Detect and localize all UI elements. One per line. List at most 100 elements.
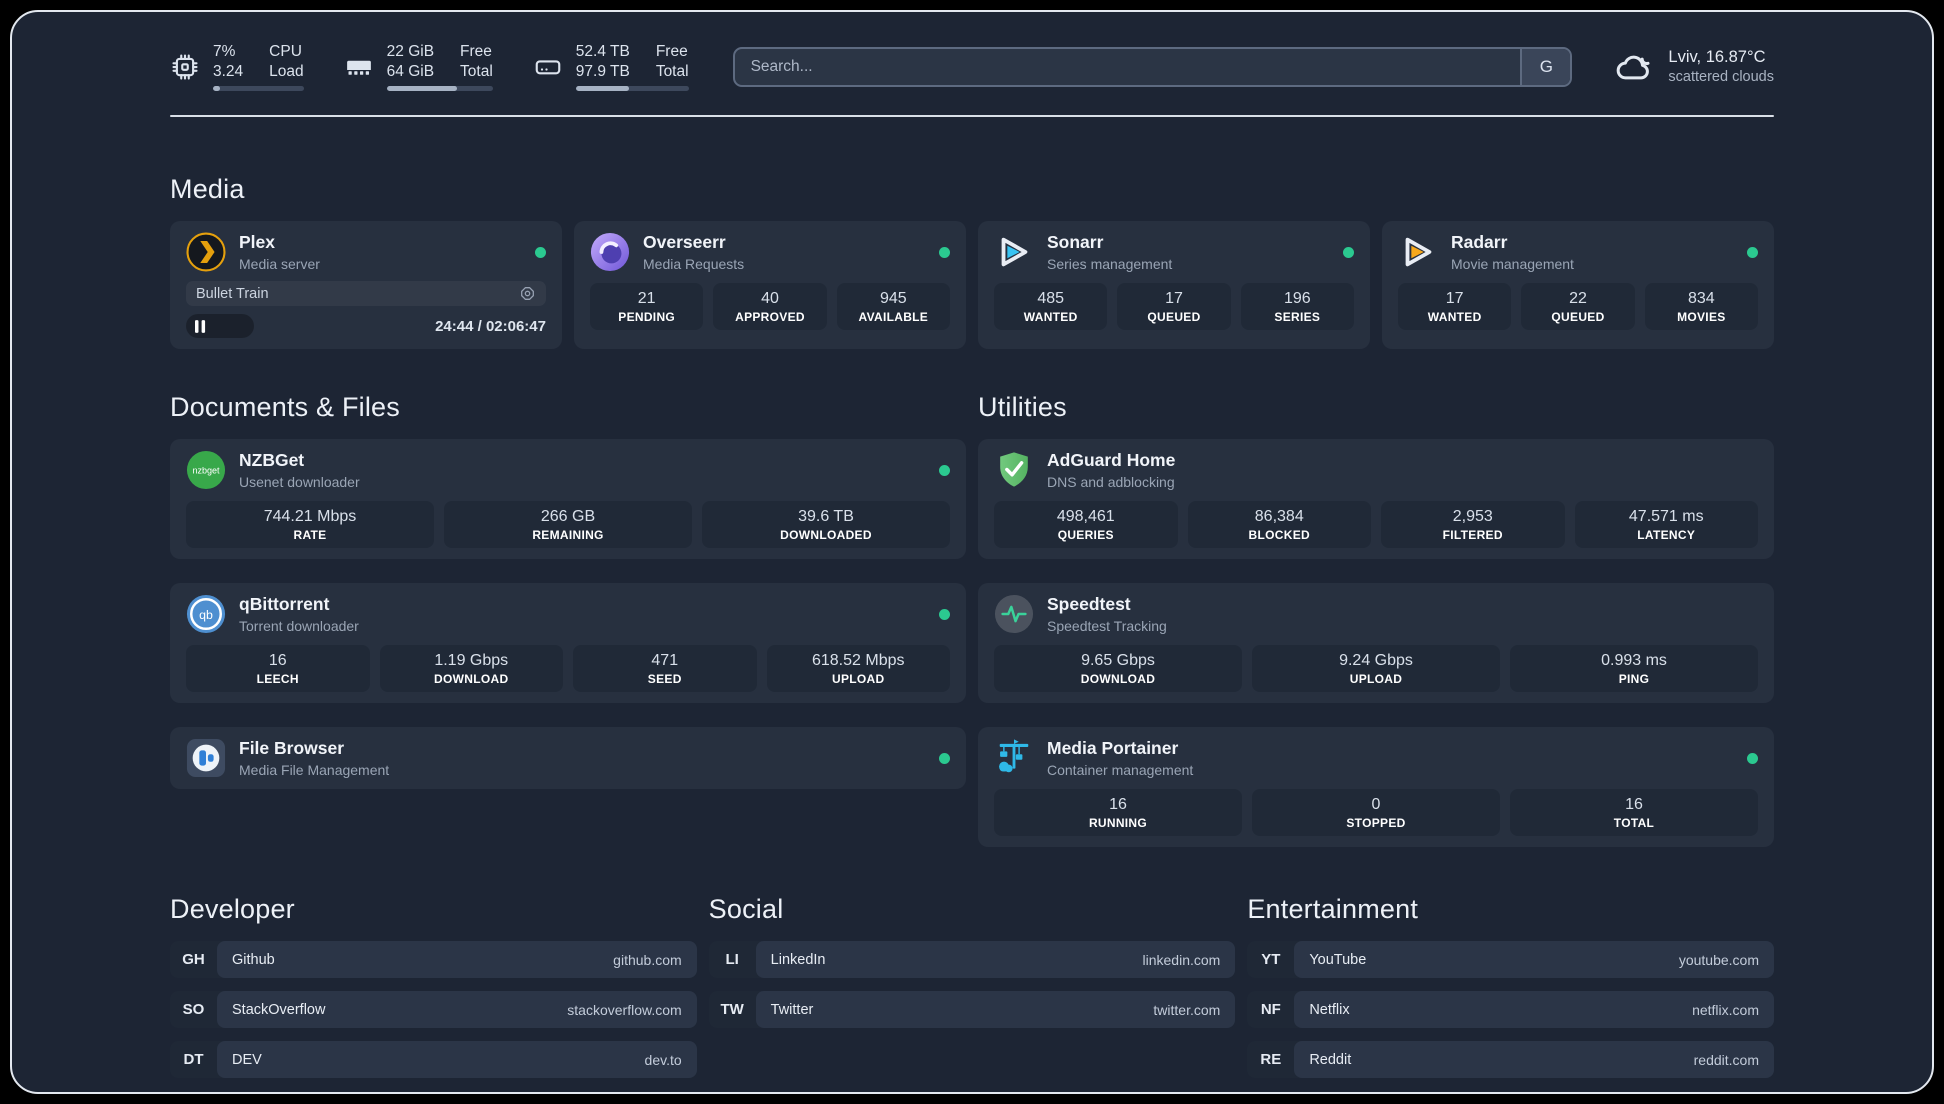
bookmark-url: twitter.com xyxy=(1153,1001,1221,1018)
weather-location-temp: Lviv, 16.87°C xyxy=(1668,48,1766,67)
service-card-qbittorrent[interactable]: qb qBittorrent Torrent downloader 16 LEE… xyxy=(170,583,966,704)
stat-box: 16 TOTAL xyxy=(1510,789,1758,837)
bookmark-url: stackoverflow.com xyxy=(567,1001,682,1018)
stat-label: APPROVED xyxy=(735,310,805,325)
gear-icon[interactable] xyxy=(519,285,536,302)
overseerr-icon xyxy=(590,232,630,272)
section-entertainment: Entertainment YT YouTube youtube.com NF … xyxy=(1247,893,1774,1079)
disk-progress-track xyxy=(575,86,689,92)
section-title-social: Social xyxy=(708,894,784,925)
now-playing-title: Bullet Train xyxy=(196,285,269,302)
service-card-portainer[interactable]: Media Portainer Container management 16 … xyxy=(978,727,1774,848)
cpu-load-label: Load xyxy=(269,63,304,81)
memory-widget: 22 GiB 64 GiB Free Total xyxy=(344,42,493,92)
stat-box: 0 STOPPED xyxy=(1252,789,1500,837)
service-desc: Speedtest Tracking xyxy=(1047,618,1167,635)
bookmark-youtube[interactable]: YT YouTube youtube.com xyxy=(1247,941,1774,979)
bookmark-stackoverflow[interactable]: SO StackOverflow stackoverflow.com xyxy=(170,991,697,1029)
stat-box: 17 QUEUED xyxy=(1117,283,1231,331)
bookmark-name: LinkedIn xyxy=(770,951,826,968)
stat-value: 834 xyxy=(1687,290,1715,308)
stat-value: 39.6 TB xyxy=(798,508,854,526)
bookmark-url: youtube.com xyxy=(1678,951,1759,968)
section-utilities: Utilities AdGuard Home DNS and adblockin… xyxy=(978,391,1774,848)
bookmark-abbr: YT xyxy=(1261,951,1281,969)
stat-box: 47.571 ms LATENCY xyxy=(1574,501,1758,549)
bookmark-abbr: NF xyxy=(1260,1001,1281,1019)
weather-condition: scattered clouds xyxy=(1668,68,1774,85)
service-name: qBittorrent xyxy=(239,594,330,615)
service-card-nzbget[interactable]: nzbget NZBGet Usenet downloader 744.21 M… xyxy=(170,439,966,560)
stat-label: DOWNLOAD xyxy=(434,672,509,687)
stat-box: 86,384 BLOCKED xyxy=(1187,501,1371,549)
stat-box: 834 MOVIES xyxy=(1644,283,1758,331)
service-card-sonarr[interactable]: Sonarr Series management 485 WANTED 17 Q… xyxy=(978,221,1370,350)
disk-progress-fill xyxy=(575,86,629,92)
bookmark-reddit[interactable]: RE Reddit reddit.com xyxy=(1247,1041,1774,1079)
stat-value: 618.52 Mbps xyxy=(811,652,905,670)
service-desc: Media Requests xyxy=(643,256,745,273)
bookmark-dev[interactable]: DT DEV dev.to xyxy=(170,1041,697,1079)
service-card-speedtest[interactable]: Speedtest Speedtest Tracking 9.65 Gbps D… xyxy=(978,583,1774,704)
disk-total-value: 97.9 TB xyxy=(575,63,630,81)
service-name: Sonarr xyxy=(1047,232,1104,253)
bookmark-github[interactable]: GH Github github.com xyxy=(170,941,697,979)
section-social: Social LI LinkedIn linkedin.com TW Twitt… xyxy=(708,893,1236,1029)
service-name: Media Portainer xyxy=(1047,738,1179,759)
stat-label: PENDING xyxy=(618,310,676,325)
header-divider xyxy=(170,115,1774,118)
stat-box: 16 RUNNING xyxy=(994,789,1242,837)
cpu-load-value: 3.24 xyxy=(213,63,244,81)
stat-box: 9.24 Gbps UPLOAD xyxy=(1252,645,1500,693)
service-card-overseerr[interactable]: Overseerr Media Requests 21 PENDING 40 A… xyxy=(574,221,966,350)
search-input[interactable] xyxy=(732,46,1573,87)
bookmark-netflix[interactable]: NF Netflix netflix.com xyxy=(1247,991,1774,1029)
service-name: Speedtest xyxy=(1047,594,1131,615)
stat-box: 744.21 Mbps RATE xyxy=(186,501,434,549)
player-progress[interactable] xyxy=(186,314,255,339)
bookmark-linkedin[interactable]: LI LinkedIn linkedin.com xyxy=(708,941,1236,979)
service-card-plex[interactable]: Plex Media server Bullet Train 24:44 / 0… xyxy=(170,221,562,350)
disk-free-label: Free xyxy=(655,43,688,60)
status-dot xyxy=(939,464,950,476)
bookmark-twitter[interactable]: TW Twitter twitter.com xyxy=(708,991,1236,1029)
stat-label: BLOCKED xyxy=(1248,528,1310,543)
stat-value: 22 xyxy=(1569,290,1587,308)
bookmark-abbr: LI xyxy=(725,951,739,969)
stat-label: REMAINING xyxy=(532,528,604,543)
stat-box: 945 AVAILABLE xyxy=(836,283,950,331)
stat-label: AVAILABLE xyxy=(858,310,929,325)
bookmark-url: dev.to xyxy=(644,1051,682,1068)
stat-label: WANTED xyxy=(1427,310,1482,325)
stat-box: 498,461 QUERIES xyxy=(994,501,1178,549)
service-card-radarr[interactable]: Radarr Movie management 17 WANTED 22 QUE… xyxy=(1382,221,1774,350)
stat-box: 39.6 TB DOWNLOADED xyxy=(702,501,950,549)
stat-value: 47.571 ms xyxy=(1628,508,1704,526)
bookmark-name: Github xyxy=(232,951,275,968)
service-name: NZBGet xyxy=(239,450,305,471)
stat-box: 9.65 Gbps DOWNLOAD xyxy=(994,645,1242,693)
cpu-usage-label: CPU xyxy=(269,43,302,60)
topbar: 7% 3.24 CPU Load 22 GiB 64 GiB Free Tota… xyxy=(170,42,1774,92)
resource-widgets: 7% 3.24 CPU Load 22 GiB 64 GiB Free Tota… xyxy=(170,42,689,92)
cpu-widget: 7% 3.24 CPU Load xyxy=(170,42,304,92)
status-dot xyxy=(1747,752,1758,764)
bookmark-name: Reddit xyxy=(1309,1051,1352,1068)
search-bar: G xyxy=(732,46,1573,87)
section-title-media: Media xyxy=(170,174,245,205)
stat-label: UPLOAD xyxy=(832,672,885,687)
service-card-filebrowser[interactable]: File Browser Media File Management xyxy=(170,727,966,790)
service-name: Overseerr xyxy=(643,232,726,253)
search-provider-button[interactable]: G xyxy=(1520,48,1571,85)
stat-value: 1.19 Gbps xyxy=(434,652,509,670)
service-desc: DNS and adblocking xyxy=(1047,474,1175,491)
section-title-entertainment: Entertainment xyxy=(1247,894,1419,925)
pause-icon[interactable] xyxy=(195,319,206,333)
service-card-adguard[interactable]: AdGuard Home DNS and adblocking 498,461 … xyxy=(978,439,1774,560)
service-desc: Usenet downloader xyxy=(239,474,360,491)
stat-value: 266 GB xyxy=(540,508,596,526)
status-dot xyxy=(939,608,950,620)
bookmark-url: netflix.com xyxy=(1692,1001,1759,1018)
weather-widget[interactable]: Lviv, 16.87°C scattered clouds xyxy=(1614,47,1774,87)
memory-progress-fill xyxy=(386,86,457,92)
